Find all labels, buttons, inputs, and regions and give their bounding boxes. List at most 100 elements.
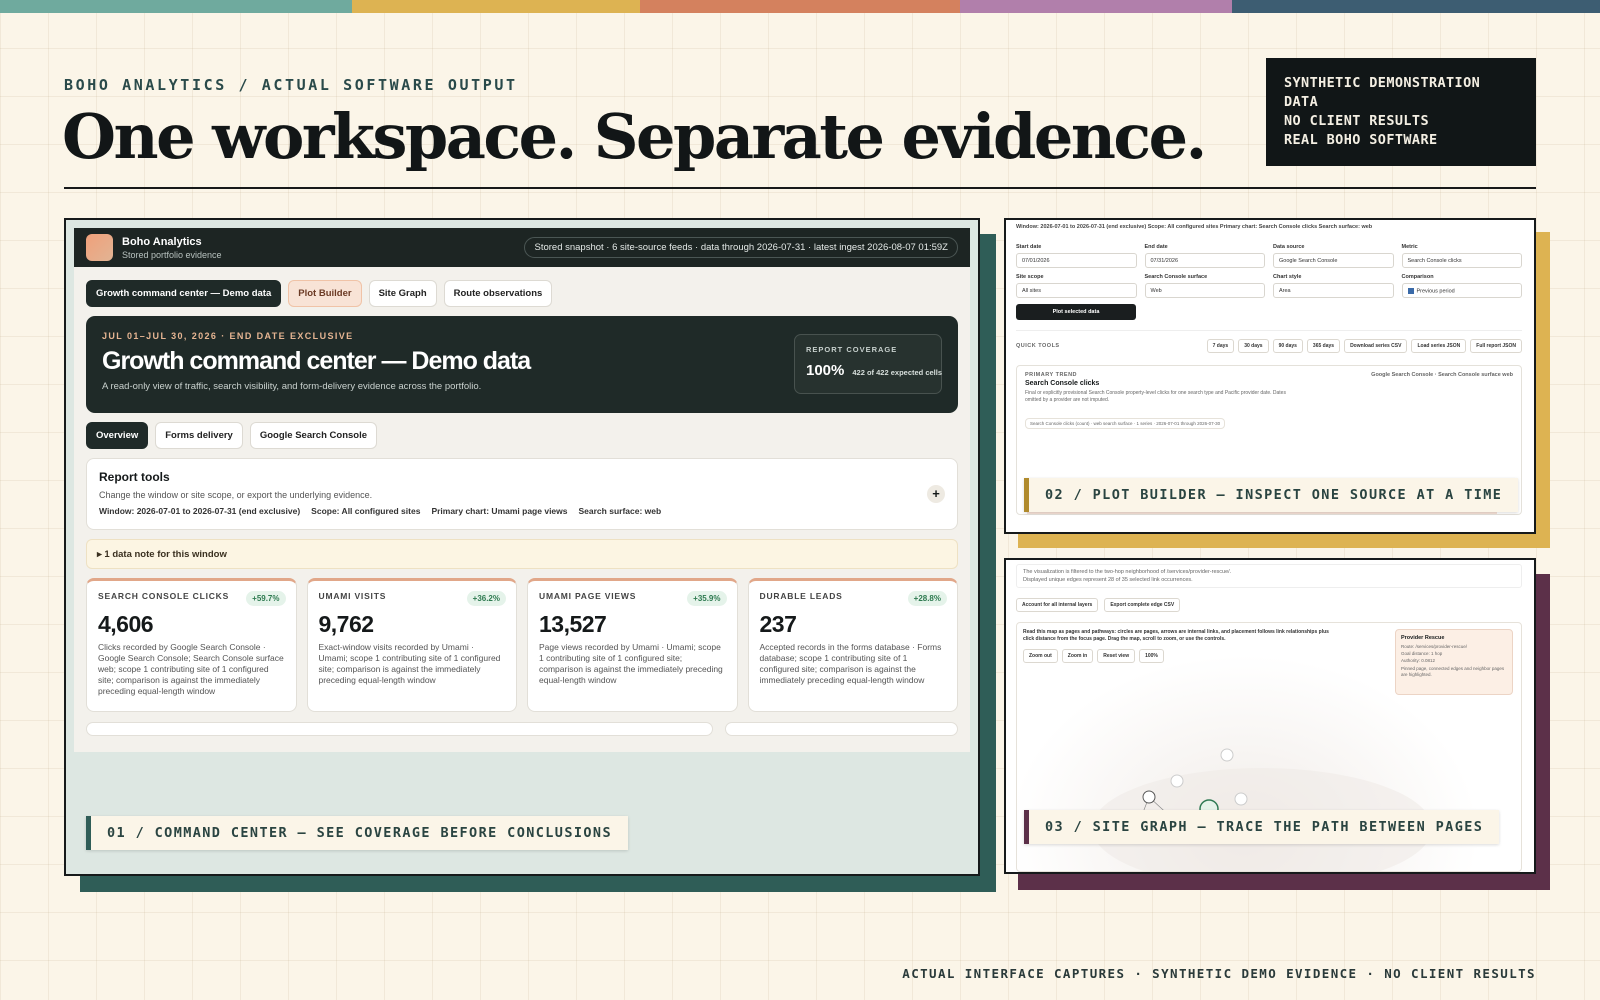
kpi-description: Page views recorded by Umami · Umami; sc… [539, 642, 723, 685]
panel3-caption: 03 / SITE GRAPH — TRACE THE PATH BETWEEN… [1024, 810, 1500, 844]
tab-plot-builder[interactable]: Plot Builder [288, 280, 362, 307]
tab-route-observations[interactable]: Route observations [443, 280, 553, 307]
site-scope-select[interactable]: All sites [1016, 283, 1137, 298]
kpi-description: Clicks recorded by Google Search Console… [98, 642, 284, 696]
report-tools-meta: Window: 2026-07-01 to 2026-07-31 (end ex… [99, 506, 945, 516]
field-label: Metric [1401, 244, 1418, 250]
report-tools-card: Report tools Change the window or site s… [86, 458, 958, 530]
chart-style-select[interactable]: Area [1273, 283, 1394, 298]
stripe-slate [1232, 0, 1600, 13]
note-bullet: The visualization is filtered to the two… [1023, 569, 1232, 575]
field-site-scope: Site scope All sites [1016, 274, 1137, 298]
plot-form: Start date 07/01/2026 End date 07/31/2026 … [1016, 244, 1522, 298]
meta-search-surface: Search surface: web [578, 506, 662, 516]
tab-command-center[interactable]: Growth command center — Demo data [86, 280, 282, 307]
account-all-layers-button[interactable]: Account for all internal layers [1016, 598, 1099, 612]
quick-365-days[interactable]: 365 days [1306, 339, 1341, 353]
report-tools-title: Report tools [99, 470, 170, 484]
kpi-card: DURABLE LEADS +28.8% 237 Accepted record… [747, 578, 958, 712]
kpi-description: Accepted records in the forms database ·… [759, 642, 942, 685]
quick-7-days[interactable]: 7 days [1206, 339, 1235, 353]
field-surface: Search Console surface Web [1144, 274, 1265, 298]
header-divider [64, 187, 1536, 189]
graph-notes: The visualization is filtered to the two… [1016, 564, 1522, 588]
next-card-row [74, 712, 970, 736]
export-edge-csv-button[interactable]: Export complete edge CSV [1104, 598, 1181, 612]
meta-scope: Scope: All configured sites [311, 506, 421, 516]
field-label: Data source [1273, 244, 1305, 250]
field-label: Start date [1016, 244, 1042, 250]
start-date-input[interactable]: 07/01/2026 [1016, 253, 1137, 268]
app-subtitle: Stored portfolio evidence [122, 249, 222, 260]
meta-window: Window: 2026-07-01 to 2026-07-31 (end ex… [99, 506, 301, 516]
note-bullet: Displayed unique edges represent 28 of 3… [1023, 577, 1193, 583]
surface-select[interactable]: Web [1144, 283, 1265, 298]
field-label: End date [1144, 244, 1168, 250]
data-note-toggle[interactable]: ▸ 1 data note for this window [86, 539, 958, 569]
field-label: Chart style [1273, 274, 1302, 280]
quick-30-days[interactable]: 30 days [1238, 339, 1269, 353]
tab-forms-delivery[interactable]: Forms delivery [155, 422, 243, 449]
card-stub [86, 722, 713, 736]
panel2-caption: 02 / PLOT BUILDER — INSPECT ONE SOURCE A… [1024, 478, 1519, 512]
full-report-json-button[interactable]: Full report JSON [1470, 339, 1522, 353]
command-center-app: Boho Analytics Stored portfolio evidence… [74, 228, 970, 752]
chart-legend: Search Console clicks (count) · web sear… [1025, 418, 1226, 429]
graph-node[interactable] [1142, 790, 1156, 804]
report-coverage-card: REPORT COVERAGE 100% 422 of 422 expected… [794, 334, 942, 394]
trend-description: Final or explicitly provisional Search C… [1025, 390, 1286, 403]
disclaimer-line: SYNTHETIC DEMONSTRATION [1284, 75, 1481, 91]
card-stub [724, 722, 958, 736]
kpi-card: UMAMI VISITS +36.2% 9,762 Exact-window v… [306, 578, 517, 712]
disclaimer-line: REAL BOHO SOFTWARE [1284, 132, 1438, 148]
kpi-row: SEARCH CONSOLE CLICKS +59.7% 4,606 Click… [74, 569, 970, 712]
sub-tabs: Overview Forms delivery Google Search Co… [74, 413, 970, 449]
disclaimer-line: NO CLIENT RESULTS [1284, 113, 1429, 129]
stripe-mauve [960, 0, 1232, 13]
kpi-delta-badge: +35.9% [687, 591, 727, 606]
disclaimer-line: DATA [1284, 94, 1319, 110]
plot-builder-screenshot: Window: 2026-07-01 to 2026-07-31 (end ex… [1004, 218, 1536, 534]
command-center-screenshot: Boho Analytics Stored portfolio evidence… [64, 218, 980, 876]
field-start-date: Start date 07/01/2026 [1016, 244, 1137, 268]
quick-tools-row: QUICK TOOLS 7 days 30 days 90 days 365 d… [1016, 330, 1522, 353]
kpi-card: UMAMI PAGE VIEWS +35.9% 13,527 Page view… [527, 578, 738, 712]
report-tools-description: Change the window or site scope, or expo… [99, 490, 373, 500]
plot-selected-data-button[interactable]: Plot selected data [1016, 304, 1136, 320]
graph-node[interactable] [1220, 748, 1234, 762]
kpi-delta-badge: +36.2% [466, 591, 506, 606]
kpi-value: 4,606 [98, 611, 154, 637]
tab-overview[interactable]: Overview [86, 422, 149, 449]
kpi-value: 9,762 [318, 611, 375, 637]
metric-select[interactable]: Search Console clicks [1401, 253, 1522, 268]
data-source-select[interactable]: Google Search Console [1273, 253, 1394, 268]
kpi-value: 237 [759, 611, 797, 637]
field-end-date: End date 07/31/2026 [1144, 244, 1265, 268]
tab-site-graph[interactable]: Site Graph [368, 280, 437, 307]
expand-plus-icon[interactable]: + [927, 485, 945, 503]
kpi-delta-badge: +59.7% [246, 591, 286, 606]
comparison-checkbox[interactable]: Previous period [1401, 283, 1522, 298]
stripe-mustard [352, 0, 640, 13]
color-stripe [0, 0, 1600, 13]
disclaimer-box: SYNTHETIC DEMONSTRATION DATA NO CLIENT R… [1266, 58, 1536, 166]
download-csv-button[interactable]: Download series CSV [1344, 339, 1408, 353]
app-name: Boho Analytics [122, 235, 202, 248]
tab-google-search-console[interactable]: Google Search Console [249, 422, 378, 449]
page-title: One workspace. Separate evidence. [62, 100, 1207, 173]
field-label: Site scope [1016, 274, 1044, 280]
hero-card: JUL 01–JUL 30, 2026 · END DATE EXCLUSIVE… [86, 316, 958, 413]
graph-node[interactable] [1234, 792, 1248, 806]
coverage-label: REPORT COVERAGE [806, 345, 898, 354]
end-date-input[interactable]: 07/31/2026 [1144, 253, 1265, 268]
quick-tools-label: QUICK TOOLS [1016, 343, 1060, 349]
graph-node[interactable] [1170, 774, 1184, 788]
snapshot-status: Stored snapshot · 6 site-source feeds · … [524, 237, 958, 258]
load-json-button[interactable]: Load series JSON [1411, 339, 1467, 353]
quick-90-days[interactable]: 90 days [1272, 339, 1303, 353]
field-metric: Metric Search Console clicks [1401, 244, 1522, 268]
field-label: Search Console surface [1144, 274, 1208, 280]
meta-primary-chart: Primary chart: Umami page views [431, 506, 568, 516]
page-kicker: BOHO ANALYTICS / ACTUAL SOFTWARE OUTPUT [64, 76, 518, 94]
kpi-card: SEARCH CONSOLE CLICKS +59.7% 4,606 Click… [86, 578, 297, 712]
